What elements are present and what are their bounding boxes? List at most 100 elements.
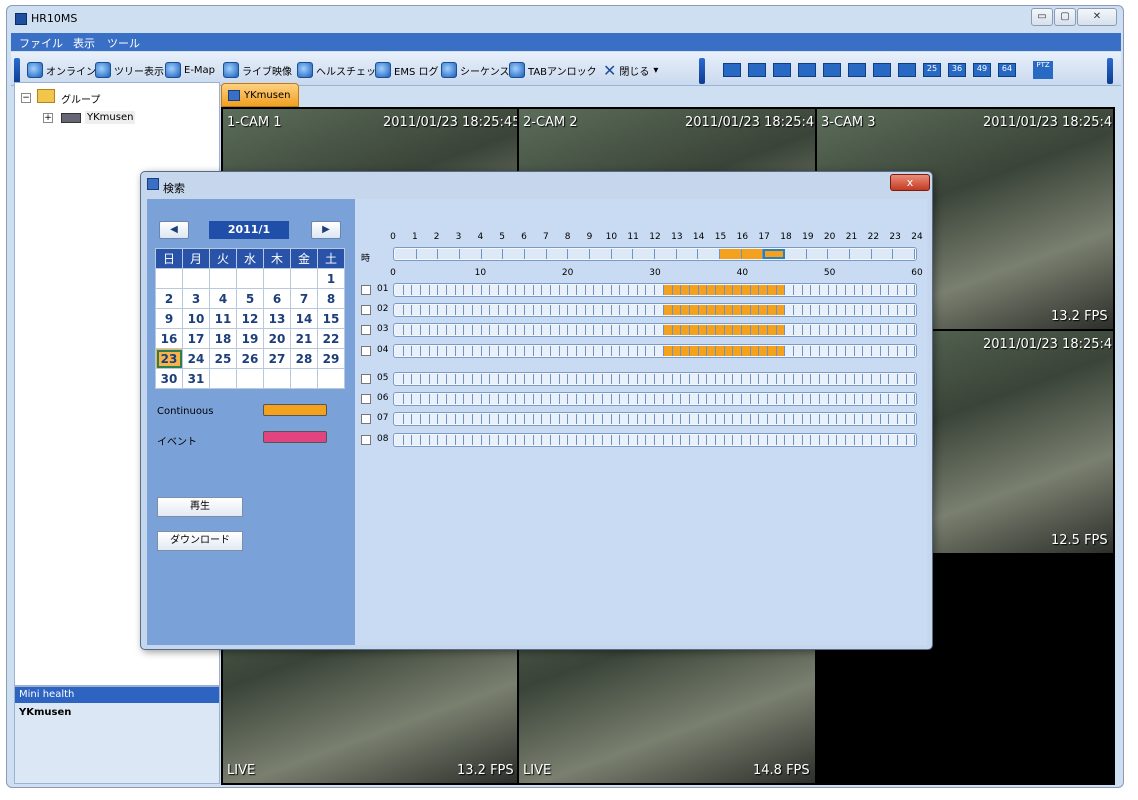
minute-cell[interactable] <box>767 435 777 445</box>
close-window-button[interactable]: ✕ <box>1077 8 1117 26</box>
minute-cell[interactable] <box>776 285 786 295</box>
minute-cell[interactable] <box>767 346 777 356</box>
minute-cell[interactable] <box>490 325 500 335</box>
minute-cell[interactable] <box>785 414 794 424</box>
ems-log-button[interactable]: EMS ログ <box>375 60 438 80</box>
minute-cell[interactable] <box>594 285 604 295</box>
minute-cell[interactable] <box>698 394 708 404</box>
minute-cell[interactable] <box>819 435 829 445</box>
minute-cell[interactable] <box>438 346 448 356</box>
minute-cell[interactable] <box>715 346 725 356</box>
minute-cell[interactable] <box>889 346 898 356</box>
hour-cell[interactable] <box>503 249 526 259</box>
minute-cell[interactable] <box>863 346 872 356</box>
minute-cell[interactable] <box>429 285 439 295</box>
minute-cell[interactable] <box>473 394 482 404</box>
minute-cell[interactable] <box>629 346 638 356</box>
minute-cell[interactable] <box>559 346 569 356</box>
minute-cell[interactable] <box>542 374 552 384</box>
channel-checkbox[interactable] <box>361 374 371 384</box>
minute-cell[interactable] <box>819 305 829 315</box>
hour-cell[interactable] <box>460 249 482 259</box>
minute-cell[interactable] <box>542 394 552 404</box>
minute-cell[interactable] <box>724 435 734 445</box>
hour-cell[interactable] <box>546 249 569 259</box>
minute-cell[interactable] <box>880 325 890 335</box>
collapse-icon[interactable]: − <box>21 93 31 103</box>
minute-cell[interactable] <box>655 305 664 315</box>
minute-cell[interactable] <box>663 394 673 404</box>
calendar-day[interactable]: 21 <box>290 328 318 349</box>
calendar-day[interactable]: 26 <box>236 348 264 369</box>
minute-cell[interactable] <box>889 414 898 424</box>
minute-cell[interactable] <box>577 394 586 404</box>
minute-cell[interactable] <box>715 374 725 384</box>
minute-cell[interactable] <box>724 285 734 295</box>
minute-cell[interactable] <box>663 414 673 424</box>
minute-cell[interactable] <box>421 374 430 384</box>
minute-cell[interactable] <box>464 394 474 404</box>
minute-cell[interactable] <box>585 394 595 404</box>
minute-cell[interactable] <box>681 346 690 356</box>
minute-cell[interactable] <box>845 394 855 404</box>
minute-cell[interactable] <box>741 305 751 315</box>
minute-cell[interactable] <box>793 374 803 384</box>
minute-cell[interactable] <box>611 325 621 335</box>
minute-cell[interactable] <box>620 325 630 335</box>
minute-cell[interactable] <box>499 325 508 335</box>
tab-ykmusen[interactable]: YKmusen <box>221 83 299 107</box>
minute-cell[interactable] <box>507 435 517 445</box>
minute-cell[interactable] <box>499 285 508 295</box>
minute-cell[interactable] <box>802 285 812 295</box>
minute-cell[interactable] <box>551 414 560 424</box>
minute-cell[interactable] <box>637 346 647 356</box>
minute-cell[interactable] <box>629 285 638 295</box>
minute-cell[interactable] <box>828 435 838 445</box>
minute-cell[interactable] <box>403 346 413 356</box>
minute-cell[interactable] <box>906 285 916 295</box>
minute-cell[interactable] <box>880 435 890 445</box>
minute-cell[interactable] <box>707 285 716 295</box>
minute-cell[interactable] <box>464 346 474 356</box>
minute-cell[interactable] <box>438 394 448 404</box>
minute-cell[interactable] <box>871 435 881 445</box>
minute-cell[interactable] <box>715 285 725 295</box>
minute-cell[interactable] <box>603 346 612 356</box>
minute-cell[interactable] <box>646 305 656 315</box>
minute-cell[interactable] <box>577 325 586 335</box>
minute-cell[interactable] <box>776 305 786 315</box>
minute-cell[interactable] <box>464 305 474 315</box>
minute-cell[interactable] <box>585 346 595 356</box>
minute-cell[interactable] <box>403 305 413 315</box>
minute-cell[interactable] <box>689 285 699 295</box>
minute-cell[interactable] <box>464 435 474 445</box>
minute-cell[interactable] <box>698 435 708 445</box>
hour-cell[interactable] <box>633 249 656 259</box>
minute-cell[interactable] <box>715 435 725 445</box>
minute-cell[interactable] <box>438 414 448 424</box>
minute-cell[interactable] <box>516 394 526 404</box>
minute-cell[interactable] <box>620 305 630 315</box>
minute-cell[interactable] <box>499 435 508 445</box>
minute-cell[interactable] <box>629 414 638 424</box>
minute-cell[interactable] <box>889 285 898 295</box>
hour-cell[interactable] <box>720 249 742 259</box>
minute-cell[interactable] <box>629 325 638 335</box>
minute-cell[interactable] <box>594 305 604 315</box>
minute-cell[interactable] <box>603 285 612 295</box>
minute-cell[interactable] <box>551 325 560 335</box>
minute-cell[interactable] <box>845 374 855 384</box>
minute-cell[interactable] <box>880 374 890 384</box>
minute-cell[interactable] <box>620 346 630 356</box>
minute-cell[interactable] <box>854 346 864 356</box>
minute-cell[interactable] <box>395 346 404 356</box>
minute-cell[interactable] <box>473 285 482 295</box>
minute-cell[interactable] <box>811 414 820 424</box>
minute-cell[interactable] <box>421 414 430 424</box>
minute-cell[interactable] <box>741 414 751 424</box>
minute-cell[interactable] <box>880 305 890 315</box>
minute-cell[interactable] <box>871 346 881 356</box>
minute-cell[interactable] <box>447 305 456 315</box>
minute-cell[interactable] <box>854 305 864 315</box>
minute-cell[interactable] <box>759 435 768 445</box>
